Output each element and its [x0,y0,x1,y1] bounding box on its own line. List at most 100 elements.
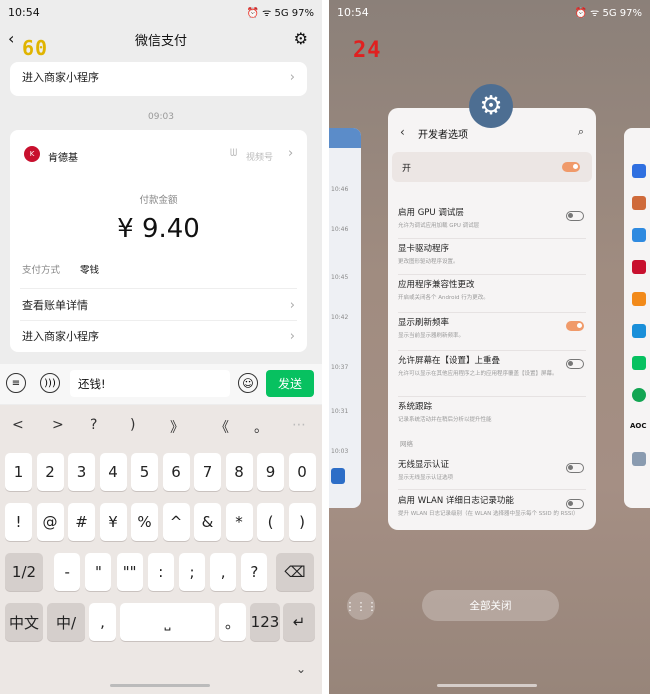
developer-option-item[interactable]: 无线显示认证 显示无线显示认证选项 [398,458,586,481]
keyboard-key[interactable]: , [210,553,237,591]
keyboard-key[interactable]: ) [288,503,316,541]
option-toggle[interactable] [566,499,584,509]
search-icon[interactable]: ⌕ [578,125,584,139]
keyboard-key[interactable]: # [68,503,95,541]
developer-option-item[interactable]: 允许屏幕在【设置】上重叠 允许可以显示在其他应用程序之上的应用程序覆盖【设置】屏幕… [398,354,586,377]
back-icon[interactable]: ‹ [8,29,14,48]
divider [398,350,586,351]
fps-counter: 60 [22,36,49,60]
suggestion-key[interactable]: 》 [170,417,184,437]
amount-label: 付款金额 [139,195,178,206]
keyboard-key[interactable]: 6 [162,453,190,491]
more-suggestions-icon[interactable]: ⋯ [292,417,306,433]
option-toggle[interactable] [566,463,584,473]
developer-option-item[interactable]: 应用程序兼容性更改开启或关闭各个 Android 行为更改。 [398,278,586,301]
keyboard-key[interactable]: 3 [68,453,95,491]
space-key[interactable]: ⎵ [120,603,215,641]
keyboard-key[interactable]: 7 [194,453,221,491]
suggestion-key[interactable]: ? [90,417,97,433]
developer-option-item[interactable]: 启用 GPU 调试层 允许为调试应用加载 GPU 调试层 [398,206,586,229]
suggestion-key[interactable]: ) [130,417,135,433]
numeric-key[interactable]: 123 [250,603,280,641]
input-bar: ≡ ))) 还钱! ☺ 发送 [0,364,322,404]
timestamp: 10:03 [331,448,349,455]
header: ‹ 60 微信支付 ⚙ [0,24,322,60]
keyboard-key[interactable]: * [225,503,253,541]
grid-view-icon[interactable]: ⋮⋮⋮ [345,592,378,620]
lang-switch-key[interactable]: 中/ [47,603,85,641]
card-header [329,128,361,148]
bill-detail-link[interactable]: 查看账单详情 › [10,290,307,320]
settings-gear-icon[interactable]: ⚙ [294,29,308,48]
chevron-right-icon: › [288,146,294,161]
developer-option-item[interactable]: 显示刷新频率显示当前显示器刷新频率。 [398,316,586,339]
keyboard-key[interactable]: ( [257,503,284,541]
keyboard-key[interactable]: "" [116,553,143,591]
developer-option-item[interactable]: 启用 WLAN 详细日志记录功能 提升 WLAN 日志记录级别（在 WLAN 选择… [398,494,586,517]
voice-icon[interactable]: ))) [40,373,60,393]
recent-app-card-right[interactable]: AOC [624,128,650,508]
lang-chinese-key[interactable]: 中文 [5,603,43,641]
keyboard-key[interactable]: - [54,553,81,591]
comma-key[interactable]: , [89,603,116,641]
option-title: 系统跟踪 [398,402,433,412]
keyboard-key[interactable]: 4 [99,453,127,491]
close-all-button[interactable]: 全部关闭 [422,590,559,621]
option-subtitle: 显示当前显示器刷新频率。 [398,333,465,339]
keyboard-key[interactable]: 2 [36,453,64,491]
backspace-key-icon[interactable]: ⌫ [276,553,314,591]
keyboard-key[interactable]: @ [36,503,64,541]
period-key[interactable]: 。 [219,603,246,641]
developer-option-item[interactable]: 显卡驱动程序 更改图形驱动程序设置。 [398,242,586,265]
option-toggle[interactable] [566,211,584,221]
keyboard-key[interactable]: & [194,503,221,541]
keyboard-key[interactable]: 8 [225,453,253,491]
mini-program-link-label: 进入商家小程序 [22,330,99,343]
divider [398,312,586,313]
option-toggle[interactable] [566,359,584,369]
mini-program-link-2[interactable]: 进入商家小程序 › [10,321,307,351]
developer-option-item[interactable]: 系统跟踪 记录系统活动并在稍后分析以提升性能 [398,400,586,423]
left-phone-screen: 10:54 ⏰ ᯤ 5G 97% ‹ 60 微信支付 ⚙ 进入商家小程序 › 09… [0,0,322,694]
send-button[interactable]: 发送 [266,370,314,397]
prev-card: 进入商家小程序 › [10,62,307,96]
master-switch-row[interactable]: 开 [392,152,592,182]
menu-list-icon[interactable]: ≡ [6,373,26,393]
keyboard-key[interactable]: ? [241,553,268,591]
settings-app-gear-icon[interactable]: ⚙ [469,84,513,128]
master-toggle[interactable] [562,162,580,172]
option-toggle[interactable] [566,321,584,331]
keyboard-key[interactable]: ; [179,553,205,591]
keyboard-key[interactable]: ! [5,503,32,541]
recent-app-card-left[interactable]: 10:46 10:46 10:45 10:42 10:37 10:31 10:03 [329,128,361,508]
keyboard-key[interactable]: 1/2 [5,553,43,591]
keyboard-key[interactable]: 0 [288,453,316,491]
keyboard-key[interactable]: " [85,553,112,591]
keyboard-key[interactable]: 5 [131,453,158,491]
enter-key-icon[interactable]: ↵ [283,603,315,641]
emoji-icon[interactable]: ☺ [238,373,258,393]
keyboard-key[interactable]: ¥ [99,503,127,541]
keyboard-key[interactable]: ^ [162,503,190,541]
option-subtitle: 开启或关闭各个 Android 行为更改。 [398,295,489,301]
suggestion-key[interactable]: < [12,417,24,433]
keyboard-key[interactable]: : [147,553,174,591]
developer-options-card[interactable]: ‹ 开发者选项 ⌕ 开 启用 GPU 调试层 允许为调试应用加载 GPU 调试层显… [388,108,596,530]
suggestion-key[interactable]: 《 [215,417,229,437]
chevron-right-icon: › [289,69,295,85]
app-icon [632,324,646,338]
back-icon[interactable]: ‹ [400,125,405,139]
option-title: 应用程序兼容性更改 [398,280,475,290]
keyboard-key[interactable]: 1 [5,453,32,491]
video-channel-icon[interactable]: ᗯ [230,148,237,159]
suggestion-key[interactable]: 。 [254,417,268,437]
suggestion-key[interactable]: > [52,417,64,433]
hide-keyboard-icon[interactable]: ⌄ [296,662,306,676]
keyboard-key[interactable]: % [131,503,158,541]
option-title: 显示刷新频率 [398,318,450,328]
mini-program-link[interactable]: 进入商家小程序 › [10,62,307,92]
message-input[interactable]: 还钱! [70,370,230,397]
keyboard-key[interactable]: 9 [257,453,284,491]
page-title: 开发者选项 [418,130,468,141]
chevron-right-icon: › [289,328,295,344]
